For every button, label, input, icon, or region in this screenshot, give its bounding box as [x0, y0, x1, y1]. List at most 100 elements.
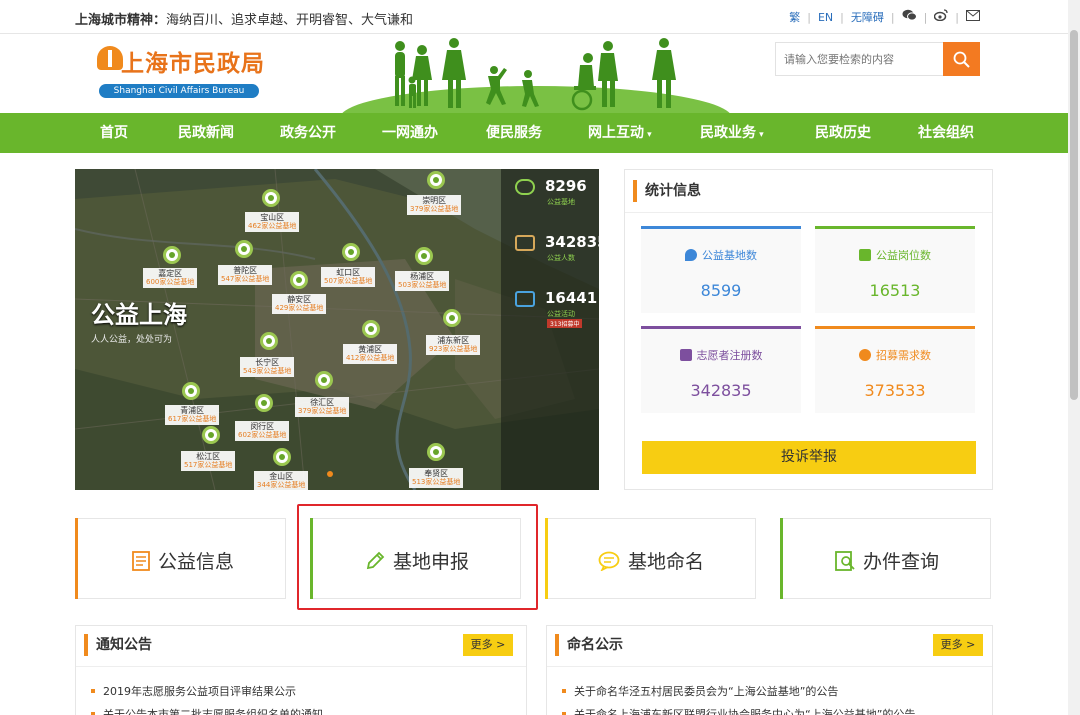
district-label[interactable]: 松江区 517家公益基地	[181, 451, 236, 471]
stat-card-recruitment: 招募需求数 373533	[815, 326, 975, 413]
stat-card-volunteers: 志愿者注册数 342835	[641, 326, 801, 413]
district-label[interactable]: 普陀区 547家公益基地	[218, 265, 273, 285]
nav-news[interactable]: 民政新闻	[178, 113, 234, 153]
tile-label: 基地命名	[628, 551, 705, 573]
district-label[interactable]: 宝山区 462家公益基地	[245, 212, 300, 232]
map-pin-icon[interactable]	[290, 271, 308, 289]
scrollbar-thumb[interactable]	[1070, 30, 1078, 400]
notice-item[interactable]: 2019年志愿服务公益项目评审结果公示	[91, 683, 296, 699]
naming-item[interactable]: 关于命名华泾五村居民委员会为“上海公益基地”的公告	[562, 683, 838, 699]
mail-icon[interactable]	[966, 9, 980, 25]
smile-icon	[859, 349, 871, 361]
gift-icon	[859, 249, 871, 261]
weibo-icon[interactable]	[934, 9, 948, 25]
tile-label: 公益信息	[158, 551, 235, 573]
stat-value: 342835	[690, 381, 752, 400]
tile-case-inquiry[interactable]: 办件查询	[780, 518, 991, 599]
search-button[interactable]	[943, 42, 980, 76]
naming-panel: 命名公示 更多 > 关于命名华泾五村居民委员会为“上海公益基地”的公告 关于命名…	[546, 625, 993, 715]
tile-base-naming[interactable]: 基地命名	[545, 518, 756, 599]
charity-map[interactable]: 公益上海 人人公益，处处可为 崇明区 379家公益基地 宝山区 462家公益基地 嘉…	[75, 169, 599, 490]
district-label[interactable]: 闵行区 602家公益基地	[235, 421, 290, 441]
search-document-icon	[835, 551, 855, 571]
map-pin-icon[interactable]	[427, 443, 445, 461]
nav-civil-affairs-business[interactable]: 民政业务 ▾	[700, 113, 764, 153]
district-label[interactable]: 杨浦区 503家公益基地	[395, 271, 450, 291]
nav-online-interaction[interactable]: 网上互动 ▾	[588, 113, 652, 153]
nav-social-organizations[interactable]: 社会组织	[918, 113, 974, 153]
chevron-down-icon: ▾	[756, 130, 764, 140]
tile-accent	[75, 518, 78, 599]
district-label[interactable]: 静安区 429家公益基地	[272, 294, 327, 314]
search-box	[775, 42, 980, 76]
traditional-chinese-link[interactable]: 繁	[789, 9, 800, 25]
activity-icon	[515, 291, 535, 307]
english-link[interactable]: EN	[818, 11, 833, 24]
map-pin-icon[interactable]	[443, 309, 461, 327]
nav-public-affairs[interactable]: 政务公开	[280, 113, 336, 153]
map-pin-icon[interactable]	[262, 189, 280, 207]
accessibility-link[interactable]: 无障碍	[851, 9, 884, 25]
map-pin-icon[interactable]	[260, 332, 278, 350]
district-label[interactable]: 奉贤区 513家公益基地	[409, 468, 464, 488]
search-input[interactable]	[776, 43, 944, 75]
map-pin-icon[interactable]	[182, 382, 200, 400]
map-pin-icon[interactable]	[255, 394, 273, 412]
wechat-icon[interactable]	[902, 9, 917, 25]
district-label[interactable]: 崇明区 379家公益基地	[407, 195, 462, 215]
id-card-icon	[679, 349, 692, 361]
district-label[interactable]: 徐汇区 379家公益基地	[295, 397, 350, 417]
map-pin-icon[interactable]	[415, 247, 433, 265]
district-label[interactable]: 金山区 344家公益基地	[254, 471, 309, 490]
people-icon	[515, 235, 535, 251]
district-label[interactable]: 浦东新区 923家公益基地	[426, 335, 481, 355]
nav-history[interactable]: 民政历史	[815, 113, 871, 153]
nav-convenience-service[interactable]: 便民服务	[486, 113, 542, 153]
map-pin-icon[interactable]	[342, 243, 360, 261]
naming-more-button[interactable]: 更多 >	[933, 634, 983, 656]
scrollbar[interactable]	[1068, 0, 1080, 715]
district-label[interactable]: 嘉定区 600家公益基地	[143, 268, 198, 288]
district-label[interactable]: 虹口区 507家公益基地	[321, 267, 376, 287]
chevron-down-icon: ▾	[644, 130, 652, 140]
map-pin-icon[interactable]	[427, 171, 445, 189]
nav-home[interactable]: 首页	[100, 113, 128, 153]
map-stats-overlay: 8296 公益基地 342835 公益人数 16441 公益活动 313招募中	[501, 169, 599, 490]
map-pin-icon[interactable]	[163, 246, 181, 264]
logo-subtitle: Shanghai Civil Affairs Bureau	[99, 84, 259, 98]
statistics-panel: 统计信息 公益基地数 8599 公益岗位数 16513 志愿者注册数 34283…	[624, 169, 993, 490]
search-icon	[953, 51, 970, 68]
top-links: 繁 | EN | 无障碍 | | |	[789, 9, 980, 25]
nav-one-stop-service[interactable]: 一网通办	[382, 113, 438, 153]
recruiting-badge: 313招募中	[547, 319, 583, 328]
divider	[547, 666, 992, 667]
statistics-title: 统计信息	[633, 180, 701, 202]
notice-panel: 通知公告 更多 > 2019年志愿服务公益项目评审结果公示 关于公告本市第二批志…	[75, 625, 527, 715]
chat-bubble-icon	[598, 551, 620, 571]
district-label[interactable]: 长宁区 543家公益基地	[240, 357, 295, 377]
map-pin-icon[interactable]	[273, 448, 291, 466]
map-pin-icon[interactable]	[362, 320, 380, 338]
notice-more-button[interactable]: 更多 >	[463, 634, 513, 656]
district-label[interactable]: 黄浦区 412家公益基地	[343, 344, 398, 364]
location-icon	[515, 179, 535, 195]
main-nav: 首页 民政新闻 政务公开 一网通办 便民服务 网上互动 ▾ 民政业务 ▾ 民政历…	[0, 113, 1080, 153]
notice-title: 通知公告	[84, 634, 152, 656]
tile-charity-info[interactable]: 公益信息	[75, 518, 286, 599]
tile-accent	[545, 518, 548, 599]
map-pin-icon[interactable]	[315, 371, 333, 389]
divider	[76, 666, 526, 667]
location-pin-icon	[685, 249, 697, 261]
notice-item[interactable]: 关于公告本市第二批志愿服务组织名单的通知	[91, 706, 323, 715]
naming-item[interactable]: 关于命名上海浦东新区联盟行业协会服务中心为“上海公益基地”的公告	[562, 706, 915, 715]
city-spirit: 上海城市精神：海纳百川、追求卓越、开明睿智、大气谦和	[75, 13, 414, 28]
logo-title: 上海市民政局	[121, 51, 265, 77]
map-pin-icon[interactable]	[202, 426, 220, 444]
district-label[interactable]: 青浦区 617家公益基地	[165, 405, 220, 425]
complaint-button[interactable]: 投诉举报	[642, 441, 976, 474]
map-pin-icon[interactable]	[235, 240, 253, 258]
stat-card-positions: 公益岗位数 16513	[815, 226, 975, 313]
map-subtitle: 人人公益，处处可为	[91, 335, 173, 345]
naming-title: 命名公示	[555, 634, 623, 656]
header: 上海市民政局 Shanghai Civil Affairs Bureau	[0, 34, 1080, 113]
